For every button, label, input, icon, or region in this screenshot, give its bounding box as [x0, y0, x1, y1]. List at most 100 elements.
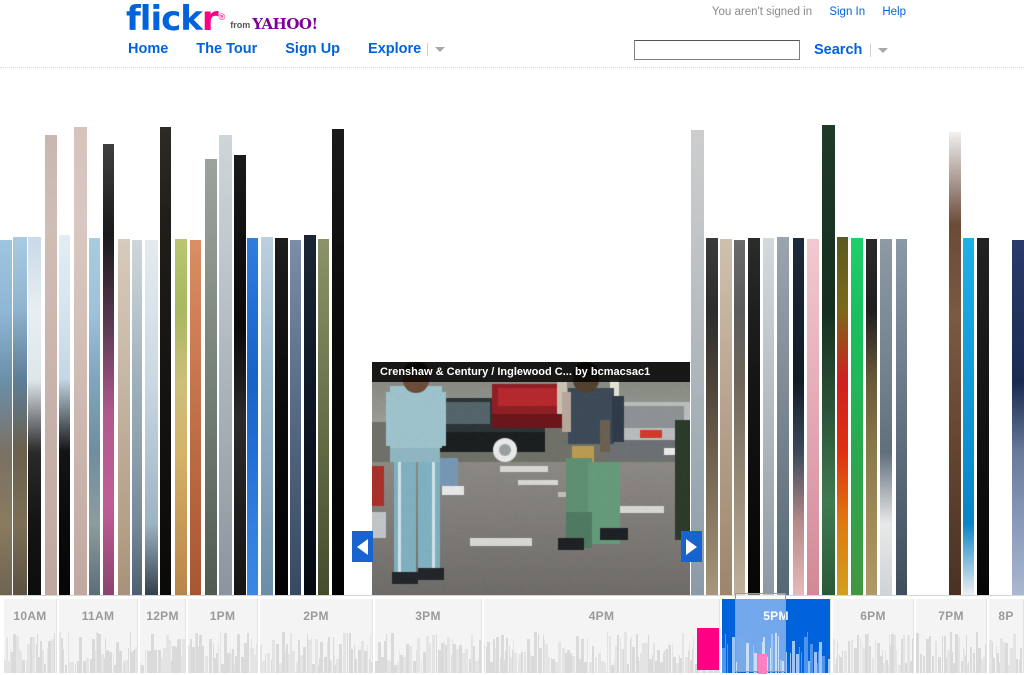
timeline-hour-block[interactable]: 4PM: [483, 599, 720, 673]
histogram-bar: [421, 661, 422, 673]
photo-strip[interactable]: [132, 240, 142, 595]
nav-item-the-tour[interactable]: The Tour: [196, 41, 257, 57]
histogram-bar: [848, 641, 850, 673]
photo-strip[interactable]: [0, 240, 12, 595]
photo-strip[interactable]: [822, 125, 835, 595]
nav-item-explore[interactable]: Explore: [368, 41, 421, 57]
histogram-bar: [607, 632, 608, 673]
photo-strip[interactable]: [190, 240, 201, 595]
search-chevron-down-icon[interactable]: [878, 47, 889, 53]
photo-strip[interactable]: [219, 135, 232, 595]
histogram-bar: [256, 644, 257, 673]
histogram-bar: [632, 647, 635, 673]
histogram-bar: [65, 665, 67, 673]
timeline-hour-block[interactable]: 2PM: [259, 599, 373, 673]
timeline-scrubber[interactable]: 10AM 11AM 12PM 1PM 2PM 3PM 4PM 5PM 6PM 7PM 8P: [0, 593, 1024, 674]
photo-strip[interactable]: [59, 235, 70, 595]
photo-strip[interactable]: [706, 238, 718, 595]
chevron-down-icon[interactable]: [435, 46, 446, 52]
histogram-bar: [86, 658, 89, 673]
timeline-hour-block[interactable]: 1PM: [187, 599, 258, 673]
histogram-bar: [725, 634, 726, 673]
photo-strip[interactable]: [691, 130, 704, 595]
histogram-bar: [521, 652, 523, 673]
photo-strip[interactable]: [763, 238, 774, 595]
histogram-bar: [267, 653, 270, 673]
photo-strip[interactable]: [45, 135, 57, 595]
histogram-bar: [973, 653, 975, 673]
next-photo-button[interactable]: [681, 531, 702, 562]
photo-strip[interactable]: [777, 237, 789, 595]
histogram-bar: [79, 637, 82, 673]
nav-item-home[interactable]: Home: [128, 41, 168, 57]
timeline-hour-block[interactable]: 10AM: [3, 599, 57, 673]
flickr-logo[interactable]: flick r ® from YAHOO!: [126, 0, 318, 39]
photo-strip[interactable]: [837, 237, 848, 595]
photo-strip[interactable]: [734, 240, 745, 595]
sign-in-link[interactable]: Sign In: [829, 6, 865, 18]
search-button[interactable]: Search: [814, 42, 862, 58]
photo-strip[interactable]: [74, 127, 87, 595]
featured-photo[interactable]: Crenshaw & Century / Inglewood C... by b…: [372, 362, 690, 595]
photo-strip[interactable]: [234, 155, 246, 595]
histogram-bar: [209, 639, 212, 673]
photo-strip[interactable]: [977, 238, 989, 595]
highlighted-photo-marker[interactable]: [697, 628, 719, 670]
histogram-bar: [730, 664, 731, 673]
logo-text-pink: r: [201, 0, 219, 39]
photo-strip[interactable]: [247, 238, 258, 595]
photo-strip[interactable]: [304, 235, 316, 595]
timeline-hour-block[interactable]: 7PM: [915, 599, 987, 673]
account-status-bar: You aren't signed in Sign In Help: [712, 6, 906, 18]
photo-strip[interactable]: [866, 239, 877, 595]
timeline-hour-block[interactable]: 12PM: [139, 599, 186, 673]
timeline-hour-block[interactable]: 8P: [988, 599, 1024, 673]
histogram-bar: [506, 638, 508, 673]
photo-strip[interactable]: [160, 127, 171, 595]
timeline-hour-block[interactable]: 6PM: [832, 599, 914, 673]
histogram-bar: [810, 644, 813, 673]
photo-strip[interactable]: [13, 237, 27, 595]
histogram-bar: [347, 633, 348, 673]
photo-strip[interactable]: [807, 239, 819, 595]
timeline-hour-block[interactable]: 3PM: [374, 599, 482, 673]
photo-strip[interactable]: [949, 132, 961, 595]
photo-strip[interactable]: [896, 239, 907, 595]
photo-strip[interactable]: [963, 238, 974, 595]
timeline-histogram: [260, 629, 372, 673]
photo-strip[interactable]: [290, 240, 301, 595]
photo-strip[interactable]: [748, 238, 760, 595]
photo-strip[interactable]: [145, 240, 158, 595]
help-link[interactable]: Help: [882, 6, 906, 18]
timeline-histogram: [833, 629, 913, 673]
photo-strip[interactable]: [261, 237, 273, 595]
histogram-bar: [938, 657, 941, 673]
nav-item-sign-up[interactable]: Sign Up: [285, 41, 340, 57]
photo-strip[interactable]: [793, 238, 804, 595]
photo-strip[interactable]: [880, 239, 892, 595]
photo-strip[interactable]: [28, 237, 41, 595]
photo-strip[interactable]: [103, 144, 114, 595]
timeline-histogram: [375, 629, 481, 673]
photo-strip[interactable]: [175, 239, 187, 595]
previous-photo-button[interactable]: [352, 531, 373, 562]
histogram-bar: [32, 637, 35, 673]
histogram-bar: [331, 661, 332, 673]
histogram-bar: [247, 633, 249, 673]
histogram-bar: [842, 650, 843, 673]
photo-strip[interactable]: [318, 239, 329, 595]
histogram-bar: [968, 662, 969, 673]
photo-strip[interactable]: [275, 238, 288, 595]
photo-strip[interactable]: [1012, 240, 1024, 595]
histogram-bar: [912, 638, 913, 673]
photo-strip[interactable]: [720, 239, 732, 595]
photo-strip[interactable]: [205, 159, 217, 595]
photo-strip[interactable]: [851, 238, 863, 595]
photo-strip[interactable]: [332, 129, 344, 595]
photo-strip[interactable]: [89, 238, 100, 595]
search-input[interactable]: [634, 40, 800, 60]
histogram-bar: [872, 658, 874, 673]
photo-strip[interactable]: [118, 239, 130, 595]
timeline-hour-block[interactable]: 11AM: [58, 599, 138, 673]
registered-trademark-icon: ®: [218, 12, 226, 22]
